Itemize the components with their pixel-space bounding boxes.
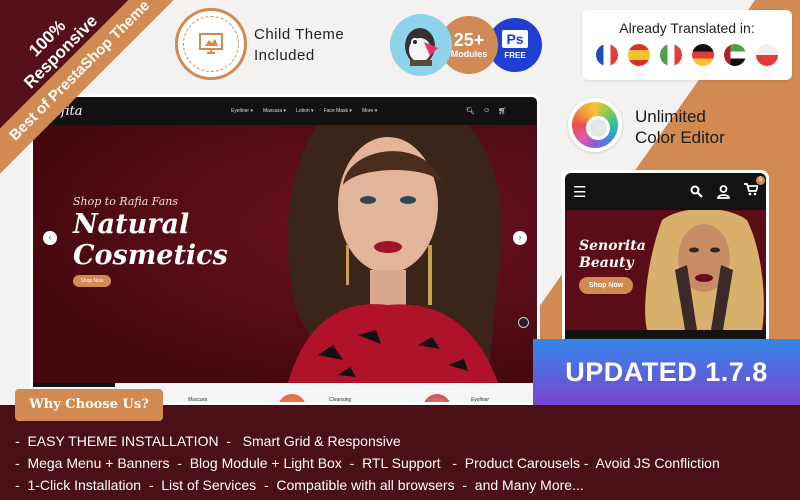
category-eyeliner-image[interactable]	[423, 394, 451, 402]
flag-italy-icon	[660, 44, 682, 66]
cart-icon[interactable]: 🛒︎	[498, 107, 507, 115]
desktop-menu: Eyeliner ▾ Mascara ▾ Lotion ▾ Face Mask …	[231, 108, 377, 114]
feature-line: - 1-Click Installation - List of Service…	[15, 477, 584, 493]
mobile-hero-title: Senorita Beauty	[579, 238, 646, 272]
mobile-nav-icons: 5	[690, 175, 765, 201]
mobile-hero: Senorita Beauty Shop Now	[565, 210, 766, 330]
prestashop-badge	[390, 14, 452, 76]
mobile-hero-title-line2: Beauty	[579, 255, 634, 271]
child-theme-line1: Child Theme	[254, 26, 345, 43]
model-image	[287, 125, 502, 383]
hero-title-line1: Natural	[73, 209, 190, 240]
corner-ribbon: 100% Responsive Best of PrestaShop Theme	[0, 0, 180, 180]
feature-line: - EASY THEME INSTALLATION - Smart Grid &…	[15, 433, 401, 449]
search-icon[interactable]	[690, 185, 703, 198]
desktop-nav-icons: 🔍︎ ☺ 🛒︎	[466, 107, 507, 115]
color-editor-label: Unlimited Color Editor	[635, 106, 725, 148]
mobile-model-image	[645, 210, 764, 330]
flag-poland-icon	[756, 44, 778, 66]
modules-count: 25+	[453, 30, 485, 50]
mobile-preview: ☰ 5 Senorita Beauty Shop Now	[562, 170, 769, 340]
translations-title: Already Translated in:	[619, 20, 755, 36]
category-eyeliner[interactable]: Eyeliner	[471, 397, 489, 402]
updated-version-banner: UPDATED 1.7.8	[533, 339, 800, 405]
slider-prev-arrow-icon[interactable]: ‹	[43, 231, 57, 245]
user-icon[interactable]: ☺	[483, 107, 490, 115]
why-choose-us-label: Why Choose Us?	[15, 389, 163, 421]
flag-uae-icon	[724, 44, 746, 66]
category-cleansing-image[interactable]	[278, 394, 306, 402]
photoshop-free-label: FREE	[504, 51, 526, 60]
flag-spain-icon	[628, 44, 650, 66]
mobile-shop-now-button[interactable]: Shop Now	[579, 277, 633, 294]
modules-label: Modules	[450, 49, 488, 59]
child-theme-line2: Included	[254, 47, 315, 64]
hero-title-line2: Cosmetics	[73, 240, 228, 271]
menu-item-mascara[interactable]: Mascara ▾	[263, 108, 286, 114]
child-theme-seal	[175, 8, 247, 80]
feature-line: - Mega Menu + Banners - Blog Module + Li…	[15, 455, 720, 471]
color-wheel-icon	[568, 98, 622, 152]
color-editor-line1: Unlimited	[635, 107, 706, 126]
monitor-icon	[183, 16, 239, 72]
category-mascara[interactable]: Mascara	[188, 397, 207, 402]
user-icon[interactable]	[717, 184, 730, 199]
slider-next-arrow-icon[interactable]: ›	[513, 231, 527, 245]
menu-item-eyeliner[interactable]: Eyeliner ▾	[231, 108, 253, 114]
color-editor-line2: Color Editor	[635, 128, 725, 147]
category-strip-bar	[33, 383, 115, 387]
hero-tagline: Shop to Rafia Fans	[73, 195, 178, 208]
puffin-icon	[405, 28, 438, 66]
photoshop-icon: Ps	[502, 30, 528, 48]
cart-count-badge: 5	[756, 175, 765, 185]
feature-list: - EASY THEME INSTALLATION - Smart Grid &…	[15, 430, 720, 496]
search-icon[interactable]: 🔍︎	[466, 107, 475, 115]
flag-list	[582, 44, 792, 66]
menu-item-more[interactable]: More ▾	[362, 108, 377, 114]
child-theme-label: Child Theme Included	[254, 24, 344, 66]
menu-item-lotion[interactable]: Lotion ▾	[296, 108, 314, 114]
hero-shop-now-button[interactable]: Shop Now	[73, 275, 111, 287]
flag-germany-icon	[692, 44, 714, 66]
cart-button[interactable]: 5	[744, 175, 765, 201]
scroll-to-top-icon[interactable]	[518, 317, 529, 328]
menu-item-face-mask[interactable]: Face Mask ▾	[324, 108, 352, 114]
mobile-screen: ☰ 5 Senorita Beauty Shop Now	[565, 173, 766, 340]
translations-card: Already Translated in:	[582, 10, 792, 80]
cart-icon	[744, 182, 760, 195]
mobile-hero-title-line1: Senorita	[579, 238, 646, 254]
hero-title: Natural Cosmetics	[73, 209, 228, 271]
mobile-navbar: ☰ 5	[565, 173, 766, 210]
flag-france-icon	[596, 44, 618, 66]
hamburger-menu-icon[interactable]: ☰	[573, 183, 586, 201]
category-cleansing[interactable]: Cleansing	[329, 397, 351, 402]
